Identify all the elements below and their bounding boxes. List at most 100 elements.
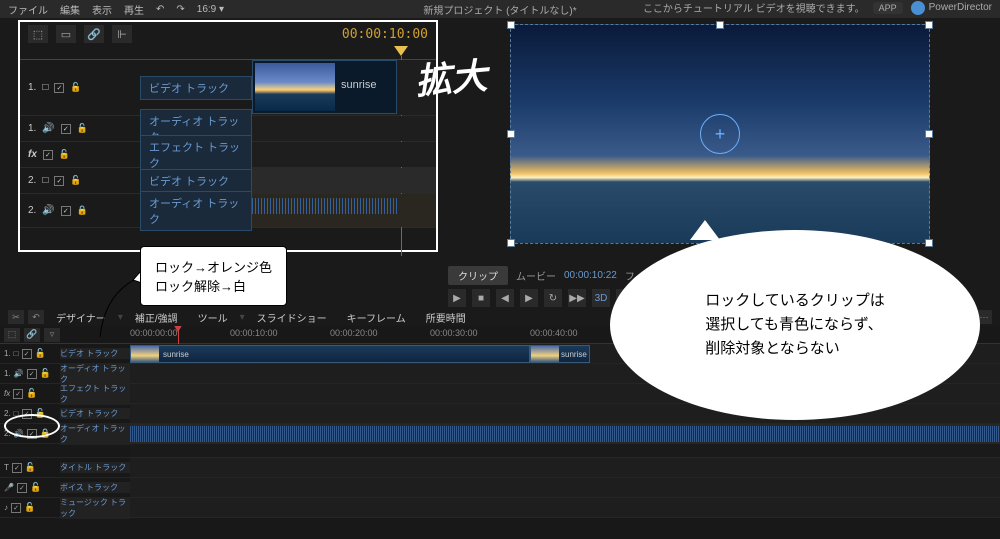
tab-duration[interactable]: 所要時間 bbox=[418, 310, 474, 325]
menu-edit[interactable]: 編集 bbox=[60, 2, 80, 17]
zoom-tool-link[interactable]: 🔗 bbox=[84, 25, 104, 43]
track-visible-checkbox[interactable]: ✓ bbox=[61, 124, 71, 134]
track-content[interactable] bbox=[252, 194, 436, 227]
lock-icon[interactable]: 🔓 bbox=[35, 348, 46, 359]
prev-frame-button[interactable]: ◀ bbox=[496, 289, 514, 307]
tutorial-hint[interactable]: ここからチュートリアル ビデオを視聴できます。 bbox=[643, 0, 865, 15]
lock-icon[interactable]: 🔓 bbox=[70, 82, 81, 93]
resize-handle-tl[interactable] bbox=[507, 21, 515, 29]
track-visible-checkbox[interactable]: ✓ bbox=[43, 150, 53, 160]
track-content[interactable] bbox=[252, 168, 436, 193]
3d-button[interactable]: 3D bbox=[592, 289, 610, 307]
lock-icon[interactable]: 🔓 bbox=[24, 502, 35, 513]
track-label[interactable]: オーディオ トラック bbox=[60, 423, 130, 445]
zoom-tool-1[interactable]: ⬚ bbox=[28, 25, 48, 43]
lock-icon-locked[interactable]: 🔒 bbox=[77, 205, 88, 216]
zoom-toolbar: ⬚ ▭ 🔗 ⊩ 00:00:10:00 bbox=[20, 22, 436, 46]
next-frame-button[interactable]: ▶ bbox=[520, 289, 538, 307]
video-clip[interactable]: sunrise bbox=[130, 345, 530, 363]
track-label[interactable]: ボイス トラック bbox=[60, 482, 130, 493]
split-icon[interactable]: ✂ bbox=[8, 310, 24, 324]
zoom-playhead-marker[interactable] bbox=[394, 46, 408, 56]
track-content[interactable] bbox=[252, 142, 436, 167]
track-content[interactable]: sunrise bbox=[252, 60, 436, 115]
preview-tab-movie[interactable]: ムービー bbox=[516, 268, 556, 283]
track-label[interactable]: オーディオ トラック bbox=[140, 191, 252, 231]
zoom-video-clip[interactable]: sunrise bbox=[252, 60, 397, 114]
track-visible-checkbox[interactable]: ✓ bbox=[12, 463, 22, 473]
lock-icon[interactable]: 🔓 bbox=[70, 175, 81, 186]
zoom-ruler[interactable] bbox=[20, 46, 436, 60]
track-visible-checkbox[interactable]: ✓ bbox=[27, 369, 37, 379]
resize-handle-l[interactable] bbox=[507, 130, 515, 138]
menu-extra1[interactable]: ↶ bbox=[156, 4, 164, 15]
track-spacer bbox=[0, 444, 1000, 458]
track-label[interactable]: ビデオ トラック bbox=[60, 348, 130, 359]
track-label[interactable]: ビデオ トラック bbox=[140, 76, 252, 100]
fast-forward-button[interactable]: ▶▶ bbox=[568, 289, 586, 307]
lock-icon[interactable]: 🔓 bbox=[59, 149, 70, 160]
track-visible-checkbox[interactable]: ✓ bbox=[13, 389, 23, 399]
track-content[interactable] bbox=[252, 116, 436, 141]
zoom-tool-split[interactable]: ⊩ bbox=[112, 25, 132, 43]
zoom-tool-2[interactable]: ▭ bbox=[56, 25, 76, 43]
stop-button[interactable]: ■ bbox=[472, 289, 490, 307]
undo-icon[interactable]: ↶ bbox=[28, 310, 44, 324]
audio-waveform[interactable] bbox=[130, 426, 1000, 442]
zoom-audio-clip[interactable] bbox=[252, 198, 397, 214]
video-icon: □ bbox=[42, 82, 48, 93]
lock-icon[interactable]: 🔓 bbox=[25, 462, 36, 473]
track-visible-checkbox[interactable]: ✓ bbox=[11, 503, 21, 513]
track-visible-checkbox[interactable]: ✓ bbox=[61, 206, 71, 216]
track-label[interactable]: オーディオ トラック bbox=[60, 363, 130, 385]
resize-handle-t[interactable] bbox=[716, 21, 724, 29]
media-tab-icons[interactable]: ✂ ↶ bbox=[8, 310, 44, 324]
track-label[interactable]: タイトル トラック bbox=[60, 462, 130, 473]
resize-handle-bl[interactable] bbox=[507, 239, 515, 247]
preview-center-cross[interactable]: + bbox=[700, 114, 740, 154]
audio-waveform bbox=[252, 198, 397, 214]
lock-icon[interactable]: 🔓 bbox=[40, 368, 51, 379]
track-content[interactable] bbox=[130, 424, 1000, 443]
track-content[interactable] bbox=[130, 458, 1000, 477]
play-button[interactable]: ▶ bbox=[448, 289, 466, 307]
menu-view[interactable]: 表示 bbox=[92, 2, 112, 17]
tab-keyframe[interactable]: キーフレーム bbox=[339, 310, 414, 325]
preview-tab-clip[interactable]: クリップ bbox=[448, 266, 508, 285]
playhead[interactable] bbox=[178, 326, 179, 344]
menu-play[interactable]: 再生 bbox=[124, 2, 144, 17]
lock-icon[interactable]: 🔓 bbox=[30, 482, 41, 493]
track-visible-checkbox[interactable]: ✓ bbox=[17, 483, 27, 493]
menu-file[interactable]: ファイル bbox=[8, 2, 48, 17]
tool-select-icon[interactable]: ⬚ bbox=[4, 328, 20, 342]
tool-marker-icon[interactable]: ▿ bbox=[44, 328, 60, 342]
app-badge[interactable]: APP bbox=[873, 2, 903, 14]
menu-extra2[interactable]: ↷ bbox=[176, 4, 184, 15]
audio-icon: 🔊 bbox=[42, 123, 54, 134]
track-label[interactable]: ミュージック トラック bbox=[60, 497, 130, 519]
annotation-handwrite: 拡大 bbox=[413, 47, 489, 105]
menu-aspect[interactable]: 16:9 ▾ bbox=[197, 4, 224, 15]
annotation-circle bbox=[4, 414, 60, 438]
tab-tool[interactable]: ツール bbox=[190, 310, 236, 325]
track-visible-checkbox[interactable]: ✓ bbox=[22, 349, 32, 359]
track-label[interactable]: ビデオ トラック bbox=[60, 408, 130, 419]
tool-link-icon[interactable]: 🔗 bbox=[24, 328, 40, 342]
track-content[interactable] bbox=[130, 478, 1000, 497]
track-label[interactable]: エフェクト トラック bbox=[60, 383, 130, 405]
video-icon: □ bbox=[14, 349, 19, 358]
lock-icon[interactable]: 🔓 bbox=[77, 123, 88, 134]
resize-handle-tr[interactable] bbox=[925, 21, 933, 29]
loop-button[interactable]: ↻ bbox=[544, 289, 562, 307]
resize-handle-br[interactable] bbox=[925, 239, 933, 247]
lock-icon[interactable]: 🔓 bbox=[26, 388, 37, 399]
tab-slideshow[interactable]: スライドショー bbox=[249, 310, 335, 325]
video-clip-2[interactable]: sunrise bbox=[530, 345, 590, 363]
track-content[interactable] bbox=[130, 498, 1000, 517]
track-visible-checkbox[interactable]: ✓ bbox=[54, 83, 64, 93]
track-visible-checkbox[interactable]: ✓ bbox=[54, 176, 64, 186]
annotation-tail bbox=[95, 272, 145, 342]
preview-frame[interactable]: + bbox=[510, 24, 930, 244]
track-label[interactable]: ビデオ トラック bbox=[140, 169, 252, 193]
resize-handle-r[interactable] bbox=[925, 130, 933, 138]
